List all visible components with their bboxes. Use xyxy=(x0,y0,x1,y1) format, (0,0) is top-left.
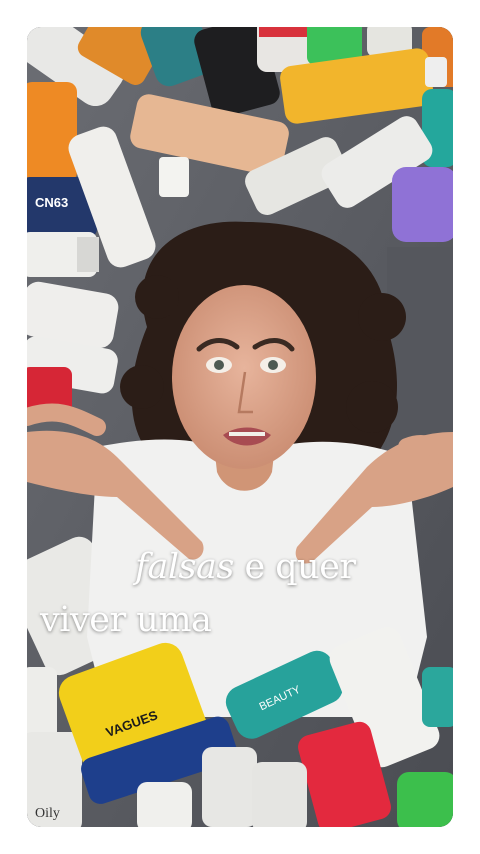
corner-jar-label: Oily xyxy=(35,806,60,821)
photo-frame: CN63 Oily VAGUES BEAUTY falsas e quer vi… xyxy=(27,27,453,827)
dark-bottle-label: CN63 xyxy=(35,195,68,210)
photo-illustration: CN63 Oily VAGUES BEAUTY xyxy=(27,27,453,827)
